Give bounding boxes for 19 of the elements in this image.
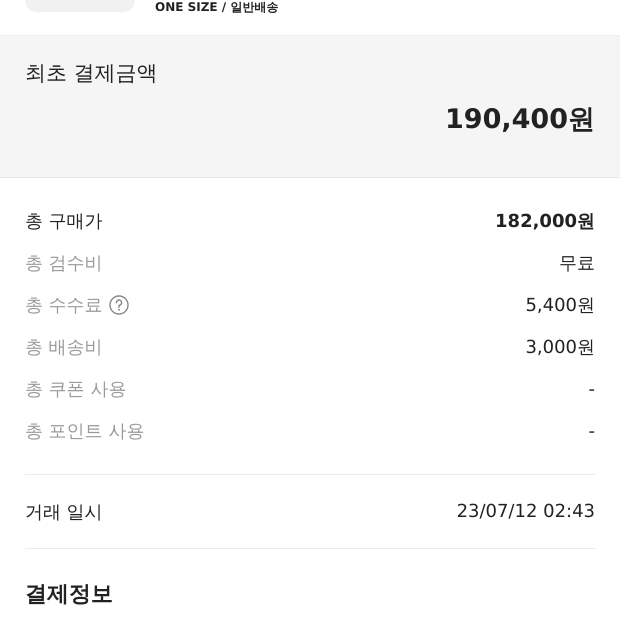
total-amount: 190,400원	[444, 104, 595, 136]
row-value: 5,400원	[525, 294, 595, 317]
row-label: 총 배송비	[25, 336, 103, 359]
row-label: 총 검수비	[25, 252, 103, 275]
row-value: -	[588, 378, 595, 400]
section-title: 결제정보	[24, 581, 114, 609]
row-label: 총 구매가	[25, 210, 103, 233]
row-label: 총 포인트 사용	[25, 420, 144, 443]
trade-label: 거래 일시	[25, 500, 103, 524]
summary-title: 최초 결제금액	[25, 60, 159, 87]
trade-value: 23/07/12 02:43	[456, 501, 595, 522]
row-label: 총 쿠폰 사용	[25, 378, 126, 401]
help-icon[interactable]	[108, 295, 129, 315]
row-value: 3,000원	[525, 336, 595, 359]
row-value: 무료	[559, 252, 595, 275]
row-value: 182,000원	[495, 210, 595, 233]
product-option: ONE SIZE / 일반배송	[155, 0, 278, 14]
row-value: -	[588, 420, 595, 442]
row-label: 총 수수료	[25, 294, 103, 317]
